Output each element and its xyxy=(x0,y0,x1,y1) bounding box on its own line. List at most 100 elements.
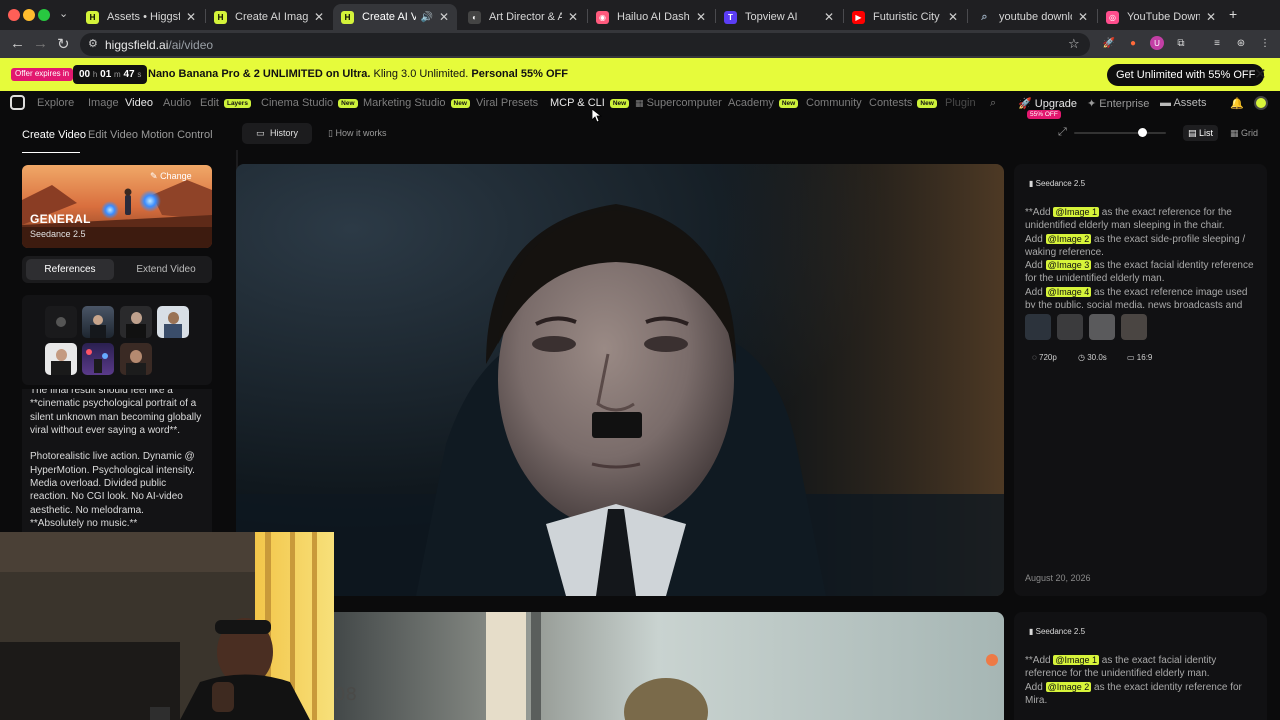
reference-thumbnail[interactable] xyxy=(120,343,152,375)
list-view-button[interactable]: ▤ List xyxy=(1183,125,1219,141)
upgrade-button[interactable]: 🚀 Upgrade xyxy=(1018,97,1077,110)
nav-item-viral-presets[interactable]: Viral Presets xyxy=(476,97,538,109)
add-reference-button[interactable] xyxy=(45,306,77,338)
nav-item-explore[interactable]: Explore xyxy=(37,97,74,109)
close-tab-icon[interactable]: ✕ xyxy=(696,10,706,24)
close-tab-icon[interactable]: ✕ xyxy=(314,10,324,24)
browser-tab[interactable]: T Topview AI ✕ xyxy=(716,4,842,30)
tab-motion-control[interactable]: Motion Control xyxy=(141,129,213,141)
close-window-icon[interactable] xyxy=(8,9,20,21)
minimize-window-icon[interactable] xyxy=(23,9,35,21)
nav-item-assets[interactable]: ▬ Assets xyxy=(1160,97,1206,109)
close-tab-icon[interactable]: ✕ xyxy=(948,10,958,24)
create-video-sidebar: Create Video Edit Video Motion Control ✎… xyxy=(14,117,220,537)
how-it-works-button[interactable]: ▯ How it works xyxy=(328,128,386,139)
higgsfield-favicon-icon: H xyxy=(86,10,99,24)
nav-item-contests[interactable]: Contests New xyxy=(869,97,937,109)
reference-thumbnail[interactable] xyxy=(120,306,152,338)
close-tab-icon[interactable]: ✕ xyxy=(824,10,834,24)
change-model-button[interactable]: ✎ Change xyxy=(150,171,192,182)
grid-view-button[interactable]: ▦ Grid xyxy=(1230,128,1258,139)
site-info-icon[interactable]: ⚙ xyxy=(88,37,98,50)
reload-icon[interactable]: ↻ xyxy=(57,35,70,53)
reference-thumbnail[interactable] xyxy=(1121,314,1147,340)
reference-thumbnail[interactable] xyxy=(82,343,114,375)
folder-icon: ▭ xyxy=(256,128,265,138)
reading-list-icon[interactable]: ≡ xyxy=(1210,36,1224,50)
browser-tab[interactable]: ◐ Art Director & AI Cre ✕ xyxy=(460,4,586,30)
nav-item-plugin[interactable]: Plugin xyxy=(945,97,976,109)
nav-item-mcp-cli[interactable]: MCP & CLI New xyxy=(550,97,630,109)
generation-prompt[interactable]: **Add @Image 1 as the exact facial ident… xyxy=(1025,654,1255,718)
nav-item-edit[interactable]: Edit Layers xyxy=(200,97,251,109)
resolution-chip: ◌ 720p xyxy=(1032,353,1057,362)
close-tab-icon[interactable]: ✕ xyxy=(439,10,449,24)
search-icon[interactable]: ⌕ xyxy=(990,97,996,110)
extension-fox-icon[interactable]: ● xyxy=(1126,36,1140,50)
extension-shield-icon[interactable]: U xyxy=(1150,36,1164,50)
browser-tab[interactable]: H Create AI Images fro ✕ xyxy=(206,4,332,30)
tab-edit-video[interactable]: Edit Video xyxy=(88,129,138,141)
tab-search-icon[interactable]: ⌄ xyxy=(59,7,68,20)
close-tab-icon[interactable]: ✕ xyxy=(1206,10,1216,24)
browser-tab[interactable]: ⌕ youtube download o ✕ xyxy=(970,4,1096,30)
browser-tab[interactable]: ▶ Futuristic City Ambie ✕ xyxy=(844,4,966,30)
extension-rocket-icon[interactable]: 🚀 xyxy=(1102,36,1116,50)
close-tab-icon[interactable]: ✕ xyxy=(568,10,578,24)
nav-item-marketing-studio[interactable]: Marketing Studio New xyxy=(363,97,470,109)
close-tab-icon[interactable]: ✕ xyxy=(1078,10,1088,24)
back-icon[interactable]: ← xyxy=(10,35,25,52)
zoom-slider[interactable] xyxy=(1074,132,1166,134)
nav-item-community[interactable]: Community xyxy=(806,97,862,109)
tab-create-video[interactable]: Create Video xyxy=(22,129,86,141)
new-badge: New xyxy=(338,99,358,108)
user-avatar[interactable] xyxy=(1254,96,1268,110)
extend-video-tab[interactable]: Extend Video xyxy=(122,259,210,280)
zoom-slider-handle[interactable] xyxy=(1138,128,1147,137)
aspect-icon: ▭ xyxy=(1127,353,1135,362)
book-icon: ▯ xyxy=(328,128,333,138)
pencil-icon: ✎ xyxy=(150,171,158,181)
browser-tab-active[interactable]: H Create AI Videos 🔊 ✕ xyxy=(333,4,457,30)
extensions-puzzle-icon[interactable]: ⧉ xyxy=(1174,36,1188,50)
nav-item-academy[interactable]: Academy New xyxy=(728,97,799,109)
nav-item-enterprise[interactable]: ✦ Enterprise xyxy=(1087,97,1149,110)
nav-item-video[interactable]: Video xyxy=(125,97,153,109)
nav-item-image[interactable]: Image xyxy=(88,97,119,109)
get-unlimited-button[interactable]: Get Unlimited with 55% OFF xyxy=(1107,64,1265,86)
expand-icon[interactable]: ⤢ xyxy=(1058,126,1067,139)
profile-icon[interactable]: ⊛ xyxy=(1234,36,1248,50)
forward-icon[interactable]: → xyxy=(33,35,48,52)
nav-item-audio[interactable]: Audio xyxy=(163,97,191,109)
browser-tab[interactable]: ◎ YouTube Downloader ✕ xyxy=(1098,4,1224,30)
close-banner-icon[interactable]: ✕ xyxy=(1254,65,1267,83)
reference-thumbnail[interactable] xyxy=(1089,314,1115,340)
upgrade-discount-badge: 55% OFF xyxy=(1027,110,1061,119)
bookmark-star-icon[interactable]: ☆ xyxy=(1068,36,1080,52)
generation-prompt[interactable]: **Add @Image 1 as the exact reference fo… xyxy=(1025,206,1255,308)
reference-thumbnail[interactable] xyxy=(82,306,114,338)
browser-tab[interactable]: H Assets • Higgsfield ✕ xyxy=(78,4,204,30)
address-bar[interactable]: ⚙ higgsfield.ai/ai/video ☆ xyxy=(80,33,1090,56)
prompt-textarea[interactable]: The final result should feel like a **ci… xyxy=(22,389,212,537)
browser-menu-icon[interactable]: ⋮ xyxy=(1258,36,1272,50)
generated-video[interactable] xyxy=(236,164,1004,596)
maximize-window-icon[interactable] xyxy=(38,9,50,21)
close-tab-icon[interactable]: ✕ xyxy=(186,10,196,24)
history-button[interactable]: ▭ History xyxy=(242,123,312,144)
generation-details: ▮ Seedance 2.5 **Add @Image 1 as the exa… xyxy=(1014,612,1267,720)
reference-thumbnail[interactable] xyxy=(157,306,189,338)
notification-bell-icon[interactable]: 🔔 xyxy=(1230,97,1244,110)
reference-thumbnail[interactable] xyxy=(1057,314,1083,340)
reference-thumbnail[interactable] xyxy=(45,343,77,375)
audio-playing-icon[interactable]: 🔊 xyxy=(420,12,432,23)
references-tab[interactable]: References xyxy=(26,259,114,280)
new-badge: New xyxy=(450,99,470,108)
higgsfield-logo-icon[interactable] xyxy=(10,95,25,110)
nav-item-cinema-studio[interactable]: Cinema Studio New xyxy=(261,97,358,109)
nav-item-supercomputer[interactable]: ▦ Supercomputer xyxy=(635,97,722,109)
browser-tab[interactable]: ◉ Hailuo AI Dashboard ✕ xyxy=(588,4,714,30)
new-tab-icon[interactable]: + xyxy=(1229,6,1237,22)
grid-icon: ▦ xyxy=(1230,128,1239,138)
reference-thumbnail[interactable] xyxy=(1025,314,1051,340)
